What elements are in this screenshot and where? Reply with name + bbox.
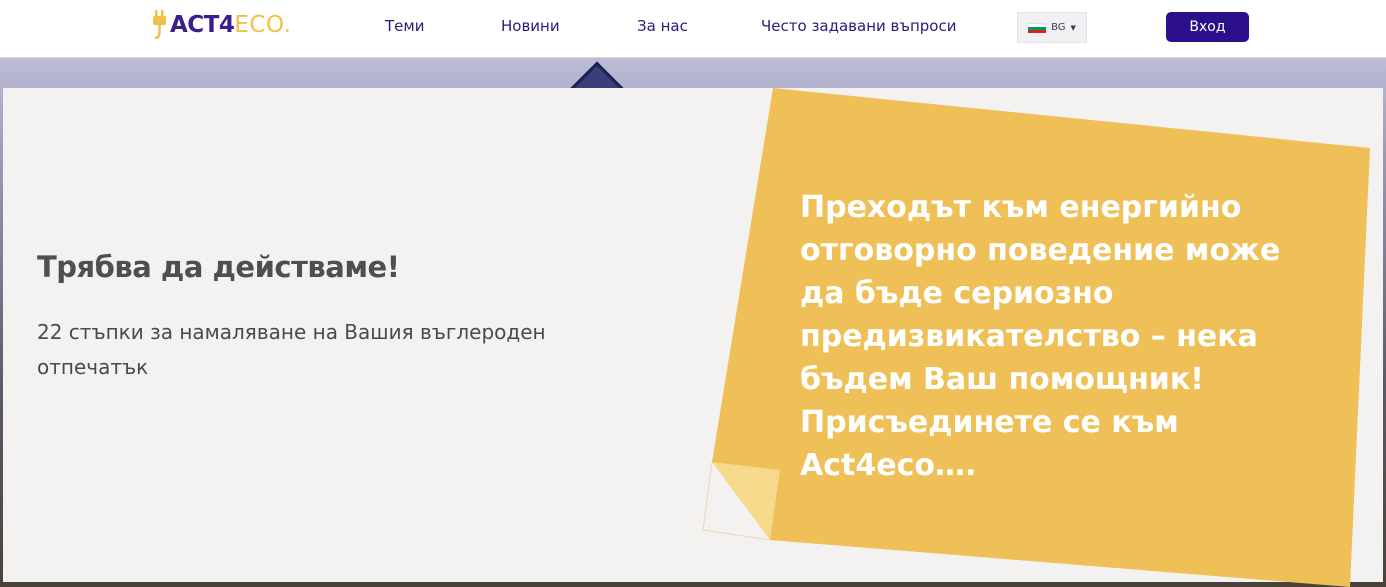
chevron-down-icon: ▼ [1070,23,1076,32]
hero-title: Трябва да действаме! [37,250,400,284]
act4eco-logo[interactable]: ACT4 ECO. [152,8,291,42]
nav-link-topics[interactable]: Теми [385,17,424,35]
logo-eco-text: ECO. [234,12,292,38]
login-button[interactable]: Вход [1166,12,1249,42]
logo-act-text: ACT4 [170,12,235,38]
bulgaria-flag-icon [1028,22,1047,33]
hero-subtitle: 22 стъпки за намаляване на Вашия въглеро… [37,320,546,379]
language-selector[interactable]: BG ▼ [1017,12,1087,43]
nav-link-faq[interactable]: Често задавани въпроси [761,17,956,35]
plug-icon [153,10,166,40]
language-code: BG [1051,22,1066,33]
sticky-note-text: Преходът към енергийно отговорно поведен… [800,190,1281,483]
nav-link-news[interactable]: Новини [501,17,560,35]
nav-link-about[interactable]: За нас [637,17,688,35]
site-header: ACT4 ECO. Теми Новини За нас Често задав… [0,0,1386,58]
